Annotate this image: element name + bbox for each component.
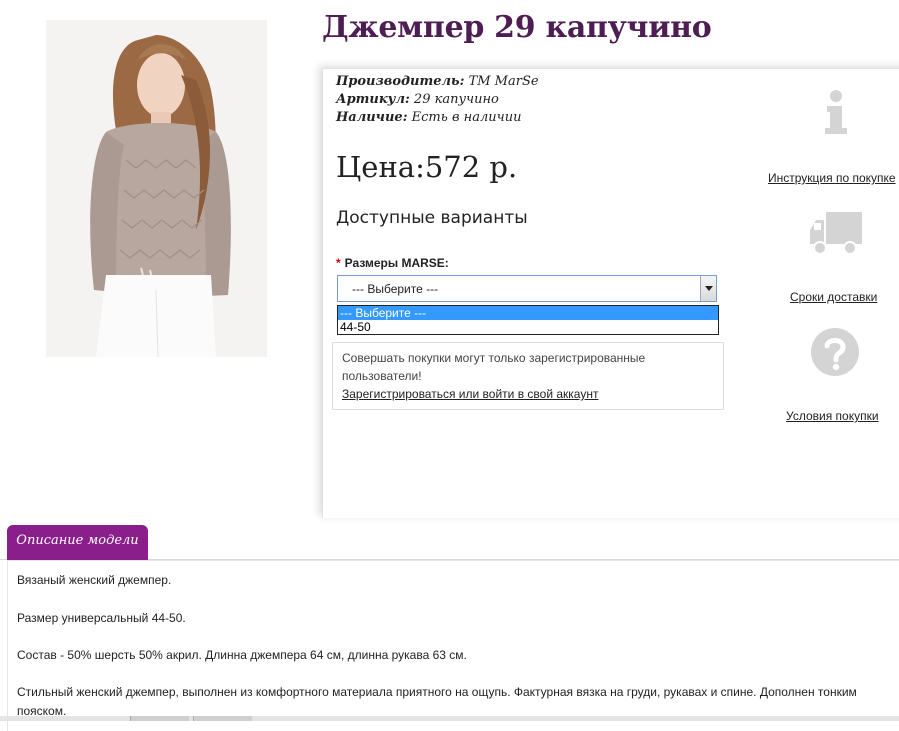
size-select-toggle[interactable] <box>700 276 716 301</box>
availability-value: Есть в наличии <box>411 110 522 125</box>
size-options-list: --- Выберите --- 44-50 <box>337 305 719 335</box>
size-select-label: * Размеры MARSE: <box>336 256 449 270</box>
required-mark: * <box>336 256 341 270</box>
chevron-down-icon <box>705 286 713 291</box>
size-select[interactable]: --- Выберите --- <box>337 275 717 302</box>
size-label-text: Размеры MARSE: <box>344 256 449 270</box>
truck-icon[interactable] <box>808 210 864 263</box>
availability-line: Наличие: Есть в наличии <box>336 110 521 125</box>
sidebar-item-instructions[interactable]: Инструкция по покупке <box>768 171 896 185</box>
description-paragraph: Состав - 50% шерсть 50% акрил. Длинна дж… <box>17 648 467 662</box>
availability-label: Наличие: <box>336 110 408 125</box>
sidebar-item-terms[interactable]: Условия покупки <box>786 409 879 423</box>
product-price: Цена:572 р. <box>336 150 518 184</box>
page-title: Джемпер 29 капучино <box>322 10 712 45</box>
info-icon[interactable] <box>820 88 852 141</box>
size-option[interactable]: --- Выберите --- <box>338 306 718 320</box>
tab-description[interactable]: Описание модели <box>7 525 148 560</box>
product-photo[interactable] <box>46 20 267 357</box>
model-jumper-image <box>46 20 267 357</box>
register-login-link[interactable]: Зарегистрироваться или войти в свой акка… <box>342 385 714 403</box>
sku-value: 29 капучино <box>413 92 499 107</box>
sku-label: Артикул: <box>336 92 410 107</box>
scrollbar-segment[interactable] <box>130 716 189 721</box>
manufacturer-line: Производитель: TM MarSe <box>336 74 539 89</box>
size-option[interactable]: 44-50 <box>338 320 718 334</box>
description-paragraph: Вязаный женский джемпер. <box>17 573 172 587</box>
size-select-value: --- Выберите --- <box>352 282 439 296</box>
manufacturer-label: Производитель: <box>336 74 465 89</box>
sku-line: Артикул: 29 капучино <box>336 92 499 107</box>
scrollbar-segment[interactable] <box>193 716 252 721</box>
variants-heading: Доступные варианты <box>336 208 528 228</box>
question-icon[interactable] <box>810 327 860 382</box>
login-notice: Совершать покупки могут только зарегистр… <box>332 342 724 410</box>
notice-text: Совершать покупки могут только зарегистр… <box>342 351 646 383</box>
description-paragraph: Размер универсальный 44-50. <box>17 611 186 625</box>
sidebar-item-delivery[interactable]: Сроки доставки <box>790 290 877 304</box>
manufacturer-value: TM MarSe <box>468 74 539 89</box>
